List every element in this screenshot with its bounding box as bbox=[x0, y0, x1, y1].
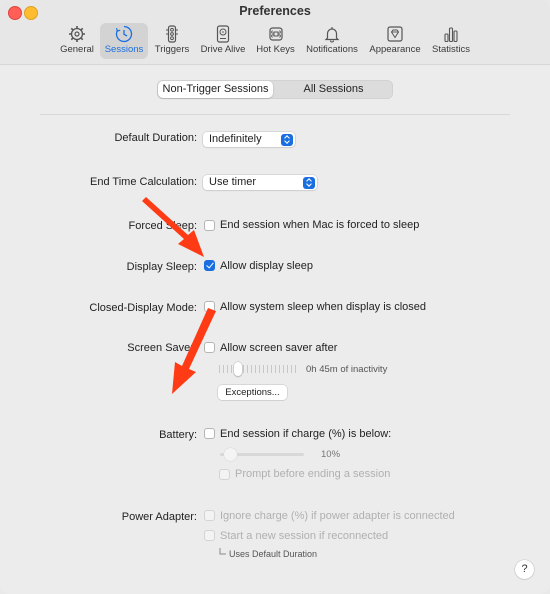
ignore-charge-option: Ignore charge (%) if power adapter is co… bbox=[220, 510, 455, 522]
gear-icon bbox=[69, 26, 85, 42]
tab-drive-alive[interactable]: Drive Alive bbox=[197, 23, 249, 59]
bar-chart-icon bbox=[444, 27, 458, 43]
forced-sleep-option: End session when Mac is forced to sleep bbox=[220, 219, 420, 231]
battery-checkbox[interactable] bbox=[204, 428, 215, 439]
end-time-calculation-value: Use timer bbox=[209, 176, 257, 188]
prompt-before-ending-option: Prompt before ending a session bbox=[235, 468, 391, 480]
tab-hot-keys-label: Hot Keys bbox=[256, 44, 295, 55]
help-button[interactable]: ? bbox=[515, 560, 534, 579]
default-duration-popup[interactable]: Indefinitely bbox=[203, 132, 295, 147]
tab-notifications[interactable]: Notifications bbox=[302, 23, 362, 59]
power-adapter-label: Power Adapter: bbox=[121, 511, 197, 523]
tab-appearance-label: Appearance bbox=[369, 44, 421, 55]
start-new-session-checkbox[interactable] bbox=[204, 530, 215, 541]
diamond-frame-icon bbox=[387, 26, 403, 42]
inactivity-value: 0h 45m of inactivity bbox=[306, 364, 388, 375]
annotation-arrow-2 bbox=[172, 308, 216, 394]
tab-hot-keys[interactable]: Hot Keys bbox=[253, 23, 298, 59]
annotation-arrow-1 bbox=[142, 197, 204, 257]
tab-general-label: General bbox=[60, 44, 94, 55]
preferences-window: Preferences General Sessions Triggers Dr… bbox=[0, 0, 550, 594]
drive-icon bbox=[216, 25, 230, 43]
end-time-calculation-label: End Time Calculation: bbox=[90, 176, 197, 188]
tab-triggers-label: Triggers bbox=[154, 44, 190, 55]
tab-appearance[interactable]: Appearance bbox=[367, 23, 423, 59]
sessions-pane: Non-Trigger Sessions All Sessions Defaul… bbox=[0, 65, 550, 594]
chevron-updown-icon bbox=[281, 133, 293, 146]
tab-sessions-label: Sessions bbox=[104, 44, 144, 55]
default-duration-label: Default Duration: bbox=[114, 132, 197, 144]
battery-percent-value: 10% bbox=[321, 449, 341, 460]
tab-statistics-label: Statistics bbox=[431, 44, 470, 55]
divider bbox=[40, 114, 510, 115]
uses-default-duration-note: Uses Default Duration bbox=[229, 549, 318, 559]
preferences-toolbar: General Sessions Triggers Drive Alive Ho… bbox=[0, 22, 550, 62]
title-bar: Preferences General Sessions Triggers Dr… bbox=[0, 0, 550, 65]
screen-saver-option: Allow screen saver after bbox=[220, 342, 338, 354]
chevron-updown-icon bbox=[303, 176, 315, 189]
segment-non-trigger-sessions[interactable]: Non-Trigger Sessions bbox=[158, 81, 273, 98]
tab-general[interactable]: General bbox=[56, 23, 98, 59]
tab-triggers[interactable]: Triggers bbox=[150, 23, 194, 59]
traffic-light-icon bbox=[166, 25, 178, 43]
default-duration-value: Indefinitely bbox=[209, 133, 262, 145]
battery-label: Battery: bbox=[159, 429, 197, 441]
ignore-charge-checkbox[interactable] bbox=[204, 510, 215, 521]
tab-statistics[interactable]: Statistics bbox=[428, 23, 474, 59]
tab-sessions[interactable]: Sessions bbox=[100, 23, 148, 59]
end-time-calculation-popup[interactable]: Use timer bbox=[203, 175, 317, 190]
display-sleep-option: Allow display sleep bbox=[220, 260, 313, 272]
session-scope-segmented-control: Non-Trigger Sessions All Sessions bbox=[157, 80, 393, 99]
battery-option: End session if charge (%) is below: bbox=[220, 428, 392, 440]
tab-notifications-label: Notifications bbox=[306, 44, 358, 55]
prompt-before-ending-checkbox[interactable] bbox=[219, 469, 230, 480]
battery-slider-knob[interactable] bbox=[224, 448, 237, 461]
start-new-session-option: Start a new session if reconnected bbox=[220, 530, 389, 542]
keyboard-icon bbox=[268, 27, 283, 41]
closed-display-option: Allow system sleep when display is close… bbox=[220, 301, 427, 313]
tab-drive-alive-label: Drive Alive bbox=[200, 44, 246, 55]
segment-all-sessions[interactable]: All Sessions bbox=[275, 81, 392, 98]
clock-icon bbox=[115, 25, 133, 43]
inactivity-slider-ticks bbox=[219, 365, 297, 373]
window-title: Preferences bbox=[239, 4, 311, 18]
inactivity-slider-knob[interactable] bbox=[234, 362, 242, 376]
corner-indent-icon bbox=[219, 548, 226, 555]
bell-icon bbox=[324, 27, 340, 43]
